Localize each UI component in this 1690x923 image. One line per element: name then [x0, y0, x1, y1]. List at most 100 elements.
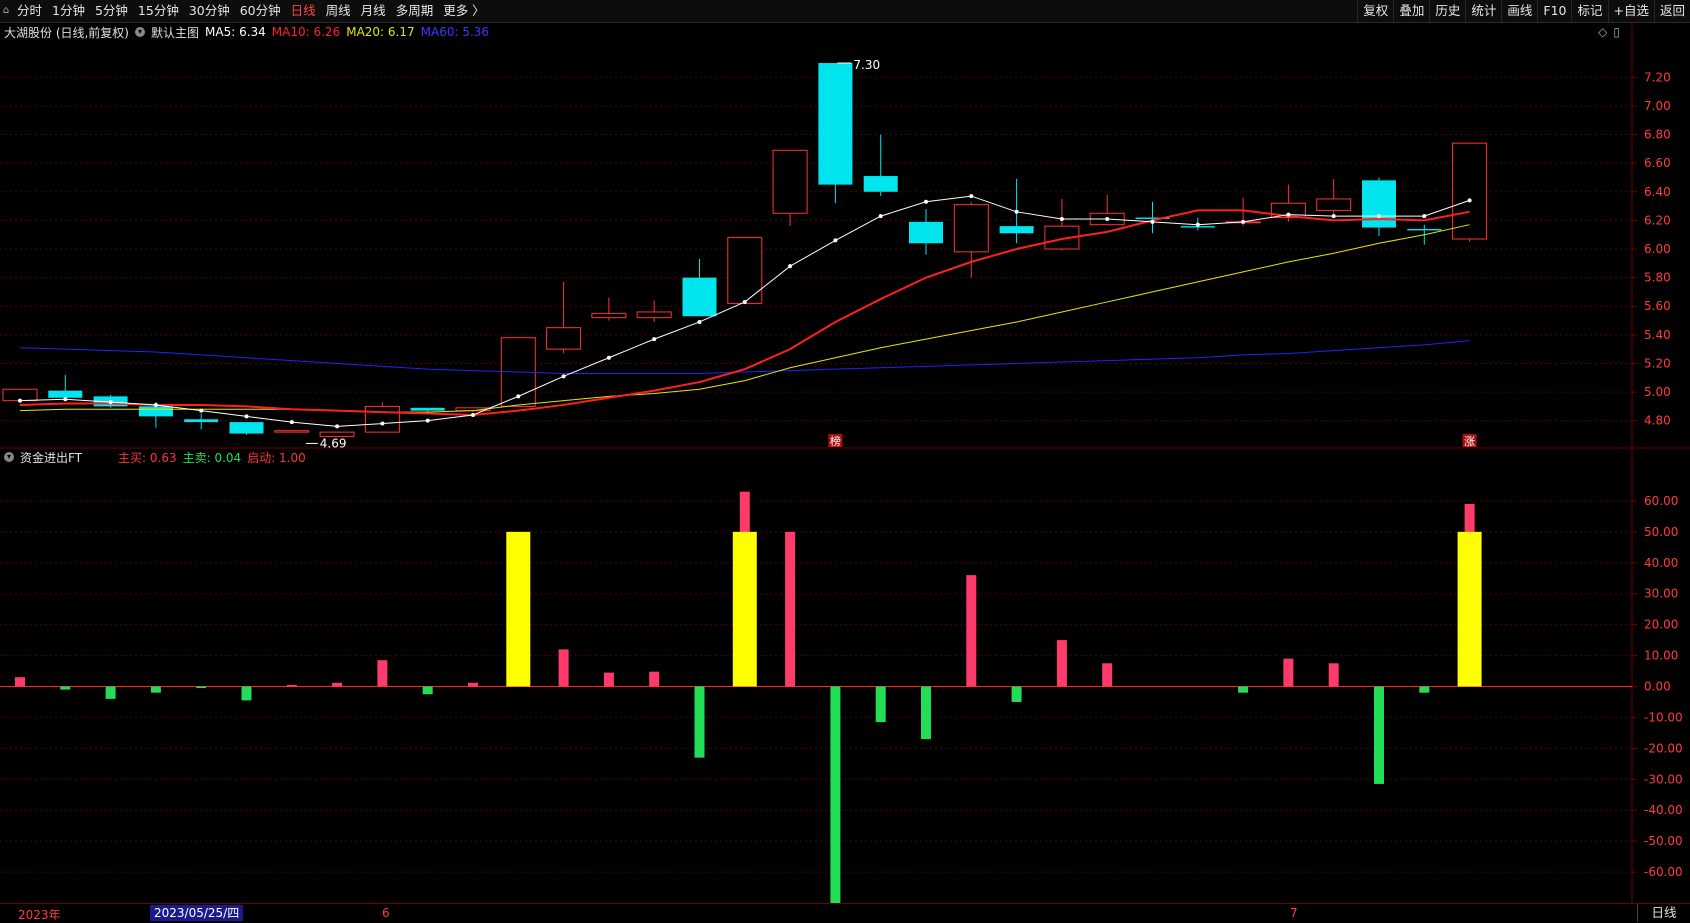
start-signal-bar [506, 531, 531, 687]
ma5-line-point [606, 355, 611, 360]
ma5-line-point [1105, 216, 1110, 221]
ma10-line [19, 209, 1470, 416]
price-tick-label: 5.20 [1644, 356, 1671, 370]
main-buy-bar [332, 682, 343, 687]
template-dropdown-icon[interactable]: ▾ [135, 27, 145, 37]
candle-body [1362, 180, 1396, 228]
ma5-line-point [1467, 198, 1472, 203]
candle-body [364, 405, 400, 433]
diamond-icon[interactable]: ◇ [1598, 25, 1607, 39]
main-sell-bar [694, 686, 705, 758]
ma5-line-point [471, 412, 475, 417]
ma20-value: MA20: 6.17 [346, 25, 415, 39]
period-tab-1[interactable]: 1分钟 [47, 0, 90, 22]
ma5-line-point [1014, 209, 1019, 214]
period-tab-4[interactable]: 30分钟 [184, 0, 235, 22]
indicator-tick-label: 20.00 [1644, 618, 1678, 632]
dragon-tiger-marker-bg [828, 434, 843, 447]
indicator-tick-label: 30.00 [1644, 587, 1678, 601]
date-axis: 2023年 2023/05/25/四 6 7 日线 [0, 903, 1690, 922]
ma5-line-point [878, 214, 883, 219]
main-buy-bar [377, 660, 388, 687]
ma5-line-point [425, 418, 430, 423]
ma10-value: MA10: 6.26 [271, 25, 341, 39]
candle-body [274, 430, 310, 433]
candle-body [138, 406, 173, 417]
price-tick-label: 6.80 [1644, 128, 1671, 142]
period-tab-3[interactable]: 15分钟 [133, 0, 184, 22]
main-sell-bar [196, 686, 207, 689]
toolbar-button-6[interactable]: 标记 [1571, 0, 1607, 22]
candle-body [818, 63, 853, 185]
indicator-tick-label: -30.00 [1644, 772, 1683, 786]
candle-body [636, 311, 672, 319]
toolbar-button-3[interactable]: 统计 [1465, 0, 1501, 22]
candle-body [1270, 202, 1306, 219]
ma5-line [19, 195, 1470, 427]
main-buy-bar [1283, 658, 1294, 687]
candle-body [1089, 212, 1125, 226]
candle-body [1452, 142, 1488, 240]
period-indicator[interactable]: 日线 [1637, 904, 1690, 922]
indicator-dropdown-icon[interactable]: ▾ [4, 452, 14, 462]
year-label: 2023年 [18, 908, 61, 922]
price-tick-label: 5.40 [1644, 328, 1671, 342]
main-chart-info: 大湖股份 (日线,前复权) ▾ 默认主图 MA5: 6.34 MA10: 6.2… [4, 24, 495, 40]
candle-body [319, 431, 355, 437]
period-tab-9[interactable]: 多周期 [391, 0, 439, 22]
indicator-name[interactable]: 资金进出FT [20, 449, 82, 466]
period-tab-0[interactable]: 分时 [12, 0, 47, 22]
candle-body [863, 176, 898, 192]
period-tab-6[interactable]: 日线 [286, 0, 321, 22]
main-sell-bar [875, 686, 886, 723]
period-tab-10[interactable]: 更多 〉 [438, 0, 489, 22]
period-list: 分时 1分钟 5分钟 15分钟 30分钟 60分钟 日线 周线 月线 多周期 更多 〉 [12, 0, 490, 22]
candle-body [410, 407, 445, 411]
ma5-line-point [1422, 214, 1427, 219]
panel-icon[interactable]: ▯ [1613, 25, 1620, 39]
main-buy-bar [558, 649, 569, 687]
toolbar-button-4[interactable]: 画线 [1501, 0, 1537, 22]
candle-body [48, 390, 83, 398]
candle-body [1225, 221, 1261, 224]
candle-body [591, 312, 627, 319]
period-tab-7[interactable]: 周线 [321, 0, 356, 22]
toolbar-button-7[interactable]: +自选 [1607, 0, 1654, 22]
candle-body [1407, 228, 1442, 231]
ma5-line-point [969, 194, 974, 199]
menu-icon[interactable]: ⌂ [0, 0, 12, 22]
toolbar-button-8[interactable]: 返回 [1653, 0, 1690, 22]
main-buy-bar [649, 671, 660, 687]
main-buy-bar [739, 491, 750, 687]
toolbar-button-5[interactable]: F10 [1537, 0, 1571, 22]
chart-template[interactable]: 默认主图 [151, 24, 199, 41]
period-tab-8[interactable]: 月线 [356, 0, 391, 22]
main-sell-bar [1374, 686, 1384, 784]
candle-body [93, 396, 128, 407]
candle-body [546, 327, 582, 350]
main-sell-bar [60, 686, 71, 690]
main-buy-bar [966, 575, 977, 687]
ma5-line-point [516, 394, 521, 399]
main-buy-bar [785, 531, 796, 687]
indicator-tick-label: 0.00 [1644, 680, 1671, 694]
toolbar-button-0[interactable]: 复权 [1357, 0, 1393, 22]
main-buy-bar [603, 672, 614, 687]
price-tick-label: 6.40 [1644, 185, 1671, 199]
candle-body [1135, 217, 1170, 219]
period-tab-5[interactable]: 60分钟 [235, 0, 286, 22]
stock-title[interactable]: 大湖股份 (日线,前复权) [4, 24, 129, 41]
main-sell-bar [422, 686, 433, 695]
period-tab-2[interactable]: 5分钟 [90, 0, 133, 22]
price-tick-label: 5.60 [1644, 299, 1671, 313]
toolbar-button-1[interactable]: 叠加 [1393, 0, 1429, 22]
main-buy-bar [1056, 640, 1067, 687]
ma5-line-point [697, 319, 702, 324]
ma5-line-point [1195, 222, 1200, 227]
ma5-line-point [18, 398, 22, 403]
month-6-label: 6 [382, 906, 390, 920]
ma5-line-point [1059, 216, 1064, 221]
candle-body [772, 149, 808, 214]
candle-body [682, 277, 717, 317]
toolbar-button-2[interactable]: 历史 [1429, 0, 1465, 22]
